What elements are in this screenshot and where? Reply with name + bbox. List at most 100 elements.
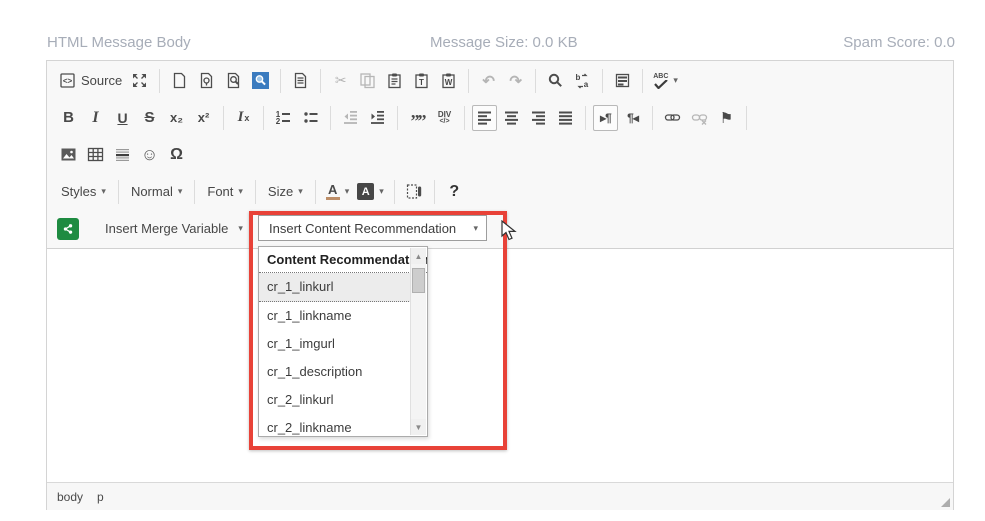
special-character-button[interactable]: Ω xyxy=(164,142,189,168)
underline-button[interactable]: U xyxy=(110,105,135,131)
text-direction-ltr-button[interactable]: ▸¶ xyxy=(593,105,618,131)
separator xyxy=(315,180,316,204)
redo-button: ↷ xyxy=(503,68,528,94)
show-blocks-icon xyxy=(406,183,423,200)
spellcheck-button[interactable]: ABC ▾ xyxy=(650,68,681,94)
copy-button xyxy=(355,68,380,94)
paste-button[interactable] xyxy=(382,68,407,94)
blockquote-button[interactable]: ”” xyxy=(405,105,430,131)
list-item[interactable]: cr_1_description xyxy=(259,358,411,386)
horizontal-rule-button[interactable] xyxy=(110,142,135,168)
path-element-p[interactable]: p xyxy=(97,490,104,504)
svg-text:T: T xyxy=(419,78,424,87)
path-element-body[interactable]: body xyxy=(57,490,83,504)
browser-preview-button[interactable] xyxy=(248,68,273,94)
separator xyxy=(118,180,119,204)
background-color-button[interactable]: A ▾ xyxy=(354,179,387,205)
list-item[interactable]: cr_1_linkname xyxy=(259,302,411,330)
select-all-button[interactable] xyxy=(610,68,635,94)
document-properties-button[interactable] xyxy=(288,68,313,94)
new-page-icon xyxy=(171,72,188,89)
background-color-icon: A xyxy=(357,183,374,200)
separator xyxy=(746,106,747,130)
increase-indent-button[interactable] xyxy=(365,105,390,131)
insert-content-recommendation-label: Insert Content Recommendation xyxy=(269,221,456,236)
insert-merge-variable-dropdown[interactable]: Insert Merge Variable ▾ xyxy=(99,216,249,242)
source-button[interactable]: <> Source xyxy=(56,68,125,94)
scroll-down-icon[interactable]: ▼ xyxy=(411,419,426,435)
separator xyxy=(263,106,264,130)
bulleted-list-button[interactable] xyxy=(298,105,323,131)
list-item[interactable]: cr_1_linkurl xyxy=(259,273,411,302)
link-button[interactable] xyxy=(660,105,685,131)
svg-text:<>: <> xyxy=(63,77,73,86)
insert-content-recommendation-dropdown[interactable]: Insert Content Recommendation ▾ xyxy=(258,215,487,241)
align-left-icon xyxy=(476,109,493,126)
align-right-button[interactable] xyxy=(526,105,551,131)
chevron-down-icon: ▾ xyxy=(345,186,350,197)
resize-handle-icon[interactable] xyxy=(941,498,950,507)
chevron-down-icon: ▾ xyxy=(673,75,678,86)
about-button[interactable]: ? xyxy=(442,179,467,205)
image-button[interactable] xyxy=(56,142,81,168)
paste-word-button[interactable]: W xyxy=(436,68,461,94)
list-scrollbar[interactable]: ▲ ▼ xyxy=(410,248,426,435)
chevron-down-icon: ▾ xyxy=(238,186,243,197)
editor-content-area[interactable] xyxy=(47,249,953,482)
superscript-button[interactable]: x² xyxy=(191,105,216,131)
div-container-button[interactable]: DIV</> xyxy=(432,105,457,131)
copy-icon xyxy=(359,72,376,89)
smiley-button[interactable]: ☺ xyxy=(137,142,162,168)
share-button[interactable] xyxy=(57,218,79,240)
align-center-button[interactable] xyxy=(499,105,524,131)
scrollbar-thumb[interactable] xyxy=(412,268,425,293)
decrease-indent-button xyxy=(338,105,363,131)
preview-button[interactable] xyxy=(221,68,246,94)
share-icon xyxy=(61,222,75,236)
remove-format-button[interactable]: Ix xyxy=(231,105,256,131)
size-dropdown[interactable]: Size ▾ xyxy=(262,179,309,205)
numbered-list-button[interactable]: 12 xyxy=(271,105,296,131)
list-item[interactable]: cr_1_imgurl xyxy=(259,330,411,358)
document-icon xyxy=(292,72,309,89)
new-page-button[interactable] xyxy=(167,68,192,94)
format-dropdown[interactable]: Normal ▾ xyxy=(125,179,188,205)
svg-text:W: W xyxy=(445,78,453,87)
text-color-button[interactable]: A ▾ xyxy=(323,179,353,205)
unlink-button xyxy=(687,105,712,131)
templates-button[interactable] xyxy=(194,68,219,94)
chevron-down-icon: ▾ xyxy=(473,223,478,234)
maximize-button[interactable] xyxy=(127,68,152,94)
align-left-button[interactable] xyxy=(472,105,497,131)
horizontal-rule-icon xyxy=(114,146,131,163)
separator xyxy=(434,180,435,204)
font-dropdown[interactable]: Font ▾ xyxy=(201,179,249,205)
styles-dropdown[interactable]: Styles ▾ xyxy=(55,179,112,205)
list-item[interactable]: cr_2_linkname xyxy=(259,414,411,437)
separator xyxy=(280,69,281,93)
browser-preview-icon xyxy=(252,72,269,89)
bold-button[interactable]: B xyxy=(56,105,81,131)
font-label: Font xyxy=(207,184,233,199)
justify-button[interactable] xyxy=(553,105,578,131)
replace-button[interactable]: ba xyxy=(570,68,595,94)
text-color-icon: A xyxy=(326,184,340,200)
table-button[interactable] xyxy=(83,142,108,168)
anchor-button[interactable]: ⚑ xyxy=(714,105,739,131)
text-direction-rtl-button[interactable]: ¶◂ xyxy=(620,105,645,131)
message-size-label: Message Size: 0.0 KB xyxy=(430,34,578,51)
scroll-up-icon[interactable]: ▲ xyxy=(411,248,426,264)
strikethrough-button[interactable]: S xyxy=(137,105,162,131)
separator xyxy=(397,106,398,130)
list-item[interactable]: cr_2_linkurl xyxy=(259,386,411,414)
image-icon xyxy=(60,146,77,163)
subscript-button[interactable]: x₂ xyxy=(164,105,189,131)
italic-button[interactable]: I xyxy=(83,105,108,131)
paste-text-button[interactable]: T xyxy=(409,68,434,94)
styles-label: Styles xyxy=(61,184,96,199)
show-blocks-button[interactable] xyxy=(402,179,427,205)
spellcheck-icon: ABC xyxy=(653,73,668,89)
separator xyxy=(223,106,224,130)
source-label: Source xyxy=(81,73,122,88)
find-button[interactable] xyxy=(543,68,568,94)
